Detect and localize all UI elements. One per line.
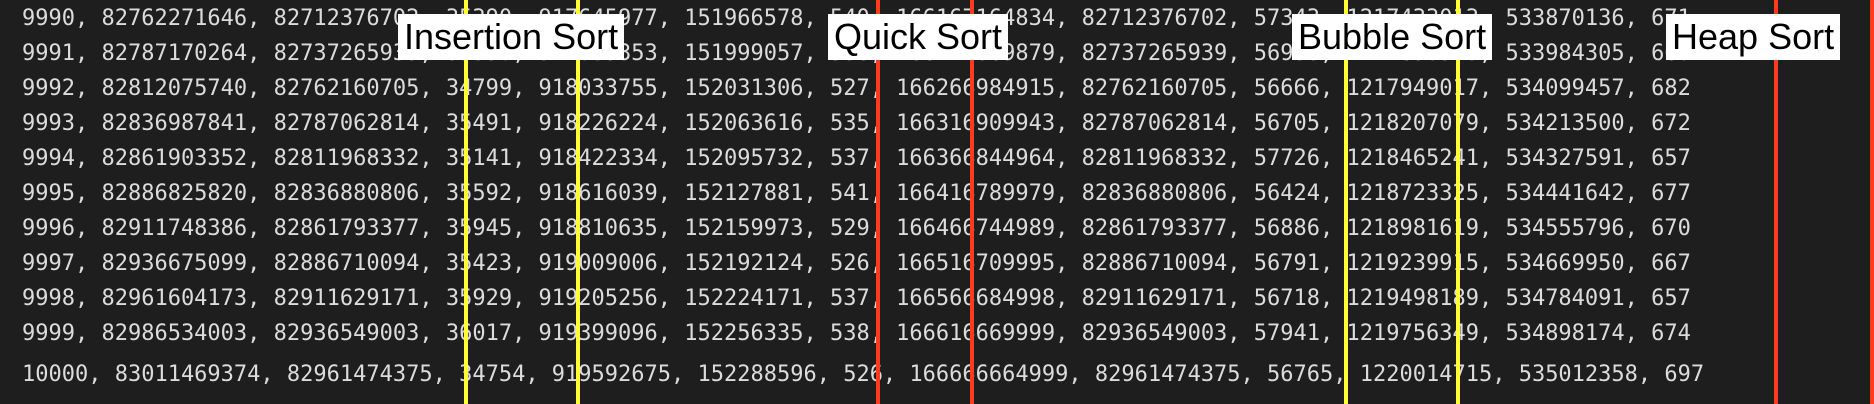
output-line: 9996, 82911748386, 82861793377, 35945, 9… (22, 216, 1691, 241)
output-line: 9999, 82986534003, 82936549003, 36017, 9… (22, 321, 1691, 346)
output-line: 9992, 82812075740, 82762160705, 34799, 9… (22, 76, 1691, 101)
output-line: 9997, 82936675099, 82886710094, 35423, 9… (22, 251, 1691, 276)
quick-sort-label: Quick Sort (828, 14, 1009, 60)
heap-sort-label: Heap Sort (1666, 14, 1841, 60)
output-line: 9995, 82886825820, 82836880806, 35592, 9… (22, 181, 1691, 206)
output-line: 9994, 82861903352, 82811968332, 35141, 9… (22, 146, 1691, 171)
output-line: 9993, 82836987841, 82787062814, 35491, 9… (22, 111, 1691, 136)
heap-sort-column-highlight (1774, 0, 1874, 404)
output-line: 9998, 82961604173, 82911629171, 35929, 9… (22, 286, 1691, 311)
bubble-sort-label: Bubble Sort (1292, 14, 1493, 60)
terminal-output: 9990, 82762271646, 82712376702, 35390, 9… (0, 0, 1874, 404)
output-line: 10000, 83011469374, 82961474375, 34754, … (22, 362, 1705, 387)
insertion-sort-label: Insertion Sort (398, 14, 625, 60)
